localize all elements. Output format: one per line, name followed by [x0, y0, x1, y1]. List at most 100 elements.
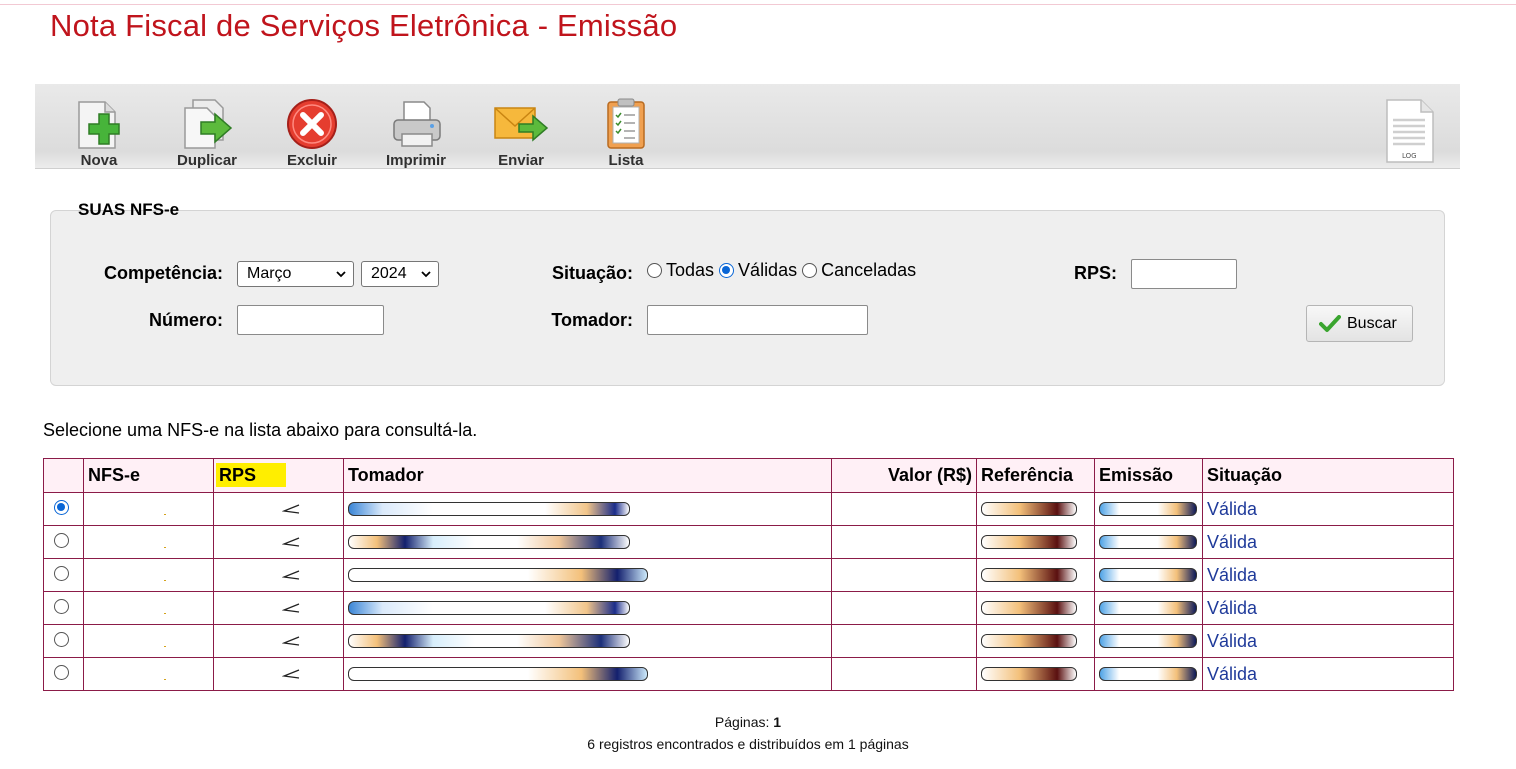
- referencia-cell[interactable]: [976, 558, 1095, 592]
- row-select-radio[interactable]: [54, 532, 69, 548]
- redacted-mark: [1099, 535, 1197, 549]
- tomador-cell[interactable]: [343, 657, 832, 691]
- header-valor[interactable]: Valor (R$): [831, 458, 977, 493]
- tomador-cell[interactable]: [343, 492, 832, 526]
- radio-canceladas[interactable]: [802, 263, 818, 278]
- redacted-mark: [981, 568, 1077, 582]
- emissao-cell[interactable]: [1094, 591, 1203, 625]
- situacao-link[interactable]: Válida: [1207, 598, 1257, 618]
- emissao-cell[interactable]: [1094, 558, 1203, 592]
- tomador-cell[interactable]: [343, 558, 832, 592]
- header-emissao[interactable]: Emissão: [1094, 458, 1203, 493]
- valor-cell[interactable]: [831, 624, 977, 658]
- redacted-mark: [981, 535, 1077, 549]
- year-select[interactable]: 2024: [361, 261, 439, 287]
- redacted-mark: [282, 636, 300, 646]
- situacao-cell[interactable]: Válida: [1202, 492, 1454, 526]
- rps-input[interactable]: [1131, 259, 1237, 289]
- tomador-input[interactable]: [647, 305, 868, 335]
- header-nfse[interactable]: NFS-e: [83, 458, 214, 493]
- send-button-label: Enviar: [498, 152, 544, 169]
- row-select-radio[interactable]: [54, 631, 69, 647]
- send-envelope-icon: [494, 107, 549, 142]
- tomador-cell[interactable]: [343, 624, 832, 658]
- duplicate-button-label: Duplicar: [176, 152, 237, 169]
- referencia-cell[interactable]: [976, 591, 1095, 625]
- valor-cell[interactable]: [831, 657, 977, 691]
- row-select-radio[interactable]: [54, 598, 69, 614]
- table-header-row: NFS-e RPS Tomador Valor (R$) Referência …: [43, 458, 1454, 493]
- current-page[interactable]: 1: [773, 714, 781, 730]
- delete-button[interactable]: Excluir: [272, 96, 352, 169]
- redacted-mark: [981, 667, 1077, 681]
- chevron-down-icon: [336, 271, 346, 278]
- valor-cell[interactable]: [831, 525, 977, 559]
- referencia-cell[interactable]: [976, 624, 1095, 658]
- situacao-link[interactable]: Válida: [1207, 664, 1257, 684]
- valor-cell[interactable]: [831, 591, 977, 625]
- print-button[interactable]: Imprimir: [376, 96, 456, 169]
- emissao-cell[interactable]: [1094, 492, 1203, 526]
- situacao-cell[interactable]: Válida: [1202, 624, 1454, 658]
- nfse-number-cell[interactable]: [83, 558, 214, 592]
- table-row[interactable]: Válida: [43, 525, 1454, 559]
- emissao-cell[interactable]: [1094, 525, 1203, 559]
- redacted-mark: [164, 612, 166, 614]
- tomador-cell[interactable]: [343, 525, 832, 559]
- radio-validas[interactable]: [719, 263, 735, 278]
- redacted-mark: [164, 678, 166, 680]
- situacao-link[interactable]: Válida: [1207, 532, 1257, 552]
- valor-cell[interactable]: [831, 558, 977, 592]
- duplicate-button[interactable]: Duplicar: [167, 96, 247, 169]
- send-button[interactable]: Enviar: [481, 96, 561, 169]
- radio-canceladas-label: Canceladas: [821, 260, 917, 280]
- situacao-link[interactable]: Válida: [1207, 565, 1257, 585]
- header-situacao[interactable]: Situação: [1202, 458, 1454, 493]
- header-referencia[interactable]: Referência: [976, 458, 1095, 493]
- rps-cell[interactable]: [213, 525, 344, 559]
- rps-cell[interactable]: [213, 492, 344, 526]
- situacao-cell[interactable]: Válida: [1202, 558, 1454, 592]
- rps-cell[interactable]: [213, 558, 344, 592]
- header-tomador[interactable]: Tomador: [343, 458, 832, 493]
- situacao-cell[interactable]: Válida: [1202, 525, 1454, 559]
- nfse-number-cell[interactable]: [83, 492, 214, 526]
- referencia-cell[interactable]: [976, 525, 1095, 559]
- rps-cell[interactable]: [213, 657, 344, 691]
- valor-cell[interactable]: [831, 492, 977, 526]
- nfse-number-cell[interactable]: [83, 591, 214, 625]
- table-row[interactable]: Válida: [43, 657, 1454, 691]
- header-rps[interactable]: RPS: [213, 458, 344, 493]
- row-select-cell: [43, 591, 84, 625]
- table-row[interactable]: Válida: [43, 624, 1454, 658]
- rps-cell[interactable]: [213, 591, 344, 625]
- log-file-icon[interactable]: LOG: [1381, 98, 1437, 164]
- tomador-cell[interactable]: [343, 591, 832, 625]
- table-row[interactable]: Válida: [43, 492, 1454, 526]
- referencia-cell[interactable]: [976, 492, 1095, 526]
- emissao-cell[interactable]: [1094, 624, 1203, 658]
- referencia-cell[interactable]: [976, 657, 1095, 691]
- month-select[interactable]: Março: [237, 261, 354, 287]
- row-select-radio[interactable]: [54, 664, 69, 680]
- situacao-link[interactable]: Válida: [1207, 499, 1257, 519]
- table-row[interactable]: Válida: [43, 591, 1454, 625]
- new-button[interactable]: Nova: [59, 96, 139, 169]
- emissao-cell[interactable]: [1094, 657, 1203, 691]
- nfse-number-cell[interactable]: [83, 624, 214, 658]
- row-select-radio[interactable]: [54, 565, 69, 581]
- radio-todas[interactable]: [647, 263, 662, 278]
- situacao-cell[interactable]: Válida: [1202, 591, 1454, 625]
- nfse-number-cell[interactable]: [83, 657, 214, 691]
- year-select-value: 2024: [371, 265, 407, 282]
- table-row[interactable]: Válida: [43, 558, 1454, 592]
- situacao-cell[interactable]: Válida: [1202, 657, 1454, 691]
- row-select-radio[interactable]: [54, 499, 69, 515]
- situacao-link[interactable]: Válida: [1207, 631, 1257, 651]
- numero-input[interactable]: [237, 305, 384, 335]
- list-button[interactable]: Lista: [586, 96, 666, 169]
- nfse-number-cell[interactable]: [83, 525, 214, 559]
- svg-text:LOG: LOG: [1402, 152, 1417, 160]
- search-button[interactable]: Buscar: [1306, 305, 1413, 342]
- rps-cell[interactable]: [213, 624, 344, 658]
